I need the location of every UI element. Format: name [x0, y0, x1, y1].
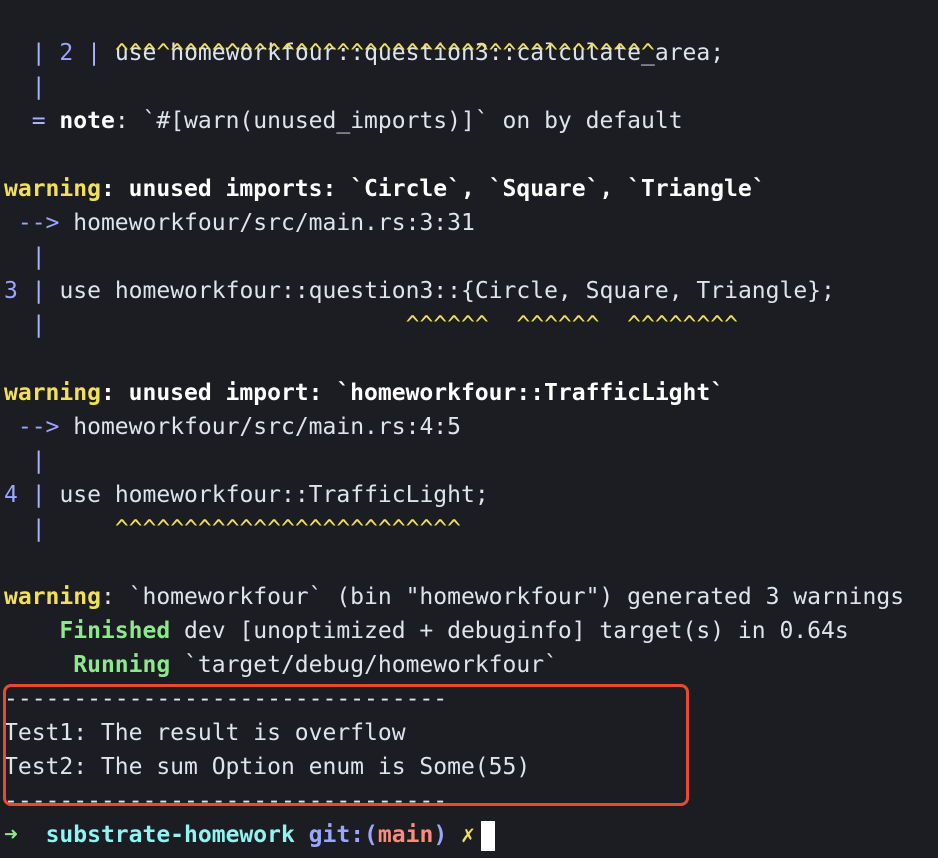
warning-header: warning: unused imports: `Circle`, `Squa…	[4, 172, 766, 206]
gutter-line: |	[4, 240, 46, 274]
caret-marker: ^^^^^^^^^^^^^^^^^^^^^^^^^^^^^^^^^^^^^^^	[114, 40, 655, 66]
caret-marker: ^^^^^^ ^^^^^^ ^^^^^^^^	[405, 312, 738, 338]
caret-line: | ^^^^^^^^^^^^^^^^^^^^^^^^^^^^^^^^^^^^^^…	[4, 36, 655, 70]
file-location[interactable]: homeworkfour/src/main.rs:3:31	[73, 210, 475, 236]
shell-prompt[interactable]: ➜ substrate-homework git:(main) ✗	[4, 818, 495, 852]
file-location[interactable]: homeworkfour/src/main.rs:4:5	[73, 414, 461, 440]
code-text: use homeworkfour::TrafficLight;	[59, 482, 489, 508]
note-line: = note: `#[warn(unused_imports)]` on by …	[4, 104, 683, 138]
gutter-line: |	[4, 444, 46, 478]
running-line: Running `target/debug/homeworkfour`	[4, 648, 558, 682]
running-text: `target/debug/homeworkfour`	[170, 652, 558, 678]
gutter-eq: =	[31, 108, 46, 134]
gutter-pipe: |	[31, 516, 46, 542]
summary-line: warning: `homeworkfour` (bin "homeworkfo…	[4, 580, 904, 614]
code-line: 2 | use homeworkfour::question3::calcula…	[4, 2, 724, 66]
finished-line: Finished dev [unoptimized + debuginfo] t…	[4, 614, 849, 648]
gutter-pipe: |	[31, 482, 46, 508]
line-number: 4	[4, 482, 18, 508]
warning-label: warning	[4, 380, 101, 406]
gutter-pipe: |	[31, 312, 46, 338]
terminal-window[interactable]: 2 | use homeworkfour::question3::calcula…	[0, 0, 938, 858]
caret-line: | ^^^^^^^^^^^^^^^^^^^^^^^^^	[4, 512, 461, 546]
prompt-arrow-icon: ➜	[4, 822, 18, 848]
note-label: note	[59, 108, 115, 134]
summary-text: : `homeworkfour` (bin "homeworkfour") ge…	[100, 584, 905, 610]
terminal-cursor[interactable]	[480, 820, 495, 851]
prompt-git-label: git:(	[308, 822, 378, 848]
code-line: 3 | use homeworkfour::question3::{Circle…	[4, 274, 835, 308]
running-label: Running	[73, 652, 171, 678]
code-line: 4 | use homeworkfour::TrafficLight;	[4, 478, 489, 512]
prompt-git-close: )	[433, 822, 448, 848]
warning-message: : unused import: `homeworkfour::TrafficL…	[100, 380, 725, 406]
gutter-line: |	[4, 70, 46, 104]
note-text: : `#[warn(unused_imports)]` on by defaul…	[114, 108, 683, 134]
code-text: use homeworkfour::question3::{Circle, Sq…	[59, 278, 835, 304]
warning-label: warning	[4, 176, 101, 202]
gutter-pipe: |	[31, 40, 46, 66]
dirty-mark-icon: ✗	[461, 822, 475, 848]
location-line: --> homeworkfour/src/main.rs:4:5	[4, 410, 461, 444]
prompt-branch: main	[377, 822, 434, 848]
gutter-pipe: |	[31, 244, 46, 270]
caret-marker: ^^^^^^^^^^^^^^^^^^^^^^^^^	[114, 516, 461, 542]
finished-label: Finished	[59, 618, 171, 644]
gutter-pipe: |	[31, 74, 46, 100]
output-highlight-box	[3, 684, 689, 806]
caret-line: | ^^^^^^ ^^^^^^ ^^^^^^^^	[4, 308, 738, 342]
location-arrow: -->	[17, 414, 60, 440]
gutter-pipe: |	[31, 448, 46, 474]
location-line: --> homeworkfour/src/main.rs:3:31	[4, 206, 475, 240]
warning-label: warning	[4, 584, 101, 610]
prompt-directory: substrate-homework	[45, 822, 295, 848]
gutter-pipe: |	[31, 278, 46, 304]
warning-message: : unused imports: `Circle`, `Square`, `T…	[100, 176, 766, 202]
warning-header: warning: unused import: `homeworkfour::T…	[4, 376, 724, 410]
line-number: 3	[4, 278, 18, 304]
location-arrow: -->	[17, 210, 60, 236]
finished-text: dev [unoptimized + debuginfo] target(s) …	[170, 618, 849, 644]
